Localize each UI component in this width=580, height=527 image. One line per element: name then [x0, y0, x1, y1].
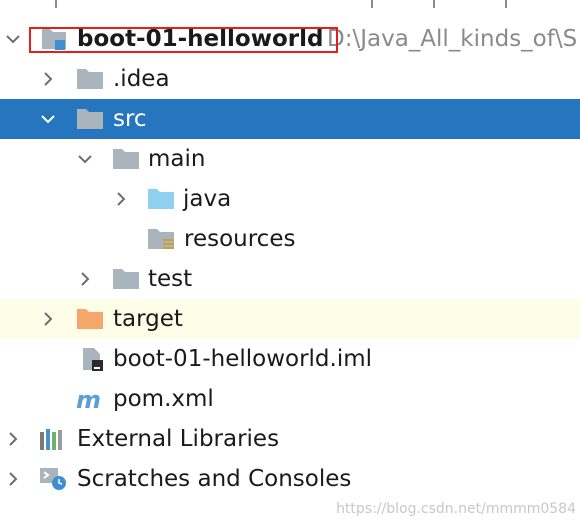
resources-folder-icon — [147, 227, 175, 251]
watermark: https://blog.csdn.net/mmmm0584 — [336, 501, 576, 517]
chevron-right-icon[interactable] — [5, 431, 21, 447]
excluded-folder-icon — [76, 307, 104, 331]
tree-item-label: Scratches and Consoles — [77, 466, 352, 492]
highlight-box — [29, 27, 338, 53]
toolbar-tick — [505, 0, 507, 8]
toolbar-tick — [55, 0, 57, 8]
folder-icon — [112, 267, 140, 291]
tree-item-resources[interactable]: resources — [0, 219, 580, 259]
iml-file-icon — [80, 347, 108, 371]
libraries-icon — [39, 427, 67, 451]
chevron-right-icon[interactable] — [5, 471, 21, 487]
tree-item-main[interactable]: main — [0, 139, 580, 179]
tree-item-label: java — [183, 186, 232, 212]
folder-icon — [76, 67, 104, 91]
tree-item-label: main — [148, 146, 206, 172]
project-tree: boot-01-helloworld D:\Java_All_kinds_of\… — [0, 19, 580, 499]
svg-text:m: m — [76, 387, 101, 411]
tree-item-label: External Libraries — [77, 426, 280, 452]
folder-icon — [112, 147, 140, 171]
toolbar-tick — [371, 0, 373, 8]
tree-item-scratches[interactable]: Scratches and Consoles — [0, 459, 580, 499]
folder-icon — [76, 107, 104, 131]
tree-item-external-libraries[interactable]: External Libraries — [0, 419, 580, 459]
tree-item-iml[interactable]: boot-01-helloworld.iml — [0, 339, 580, 379]
chevron-down-icon[interactable] — [77, 151, 93, 167]
tree-item-pom[interactable]: m pom.xml — [0, 379, 580, 419]
chevron-down-icon[interactable] — [40, 111, 56, 127]
chevron-right-icon[interactable] — [77, 271, 93, 287]
chevron-right-icon[interactable] — [40, 71, 56, 87]
toolbar-edge — [0, 0, 580, 10]
maven-icon: m — [76, 387, 104, 411]
tree-item-label: src — [113, 106, 147, 132]
tree-item-label: target — [113, 306, 183, 332]
scratches-icon — [39, 467, 67, 491]
tree-item-src[interactable]: src — [0, 99, 580, 139]
tree-item-java[interactable]: java — [0, 179, 580, 219]
toolbar-tick — [433, 0, 435, 8]
tree-item-test[interactable]: test — [0, 259, 580, 299]
source-folder-icon — [147, 187, 175, 211]
chevron-right-icon[interactable] — [40, 311, 56, 327]
tree-item-label: pom.xml — [113, 386, 214, 412]
tree-item-label: test — [148, 266, 193, 292]
tree-item-target[interactable]: target — [0, 299, 580, 339]
tree-item-label: .idea — [113, 66, 170, 92]
tree-item-label: resources — [184, 226, 296, 252]
root-module-path: D:\Java_All_kinds_of\S — [327, 26, 578, 52]
tree-item-label: boot-01-helloworld.iml — [113, 346, 373, 372]
tree-item-idea[interactable]: .idea — [0, 59, 580, 99]
chevron-down-icon[interactable] — [5, 31, 21, 47]
chevron-right-icon[interactable] — [113, 191, 129, 207]
